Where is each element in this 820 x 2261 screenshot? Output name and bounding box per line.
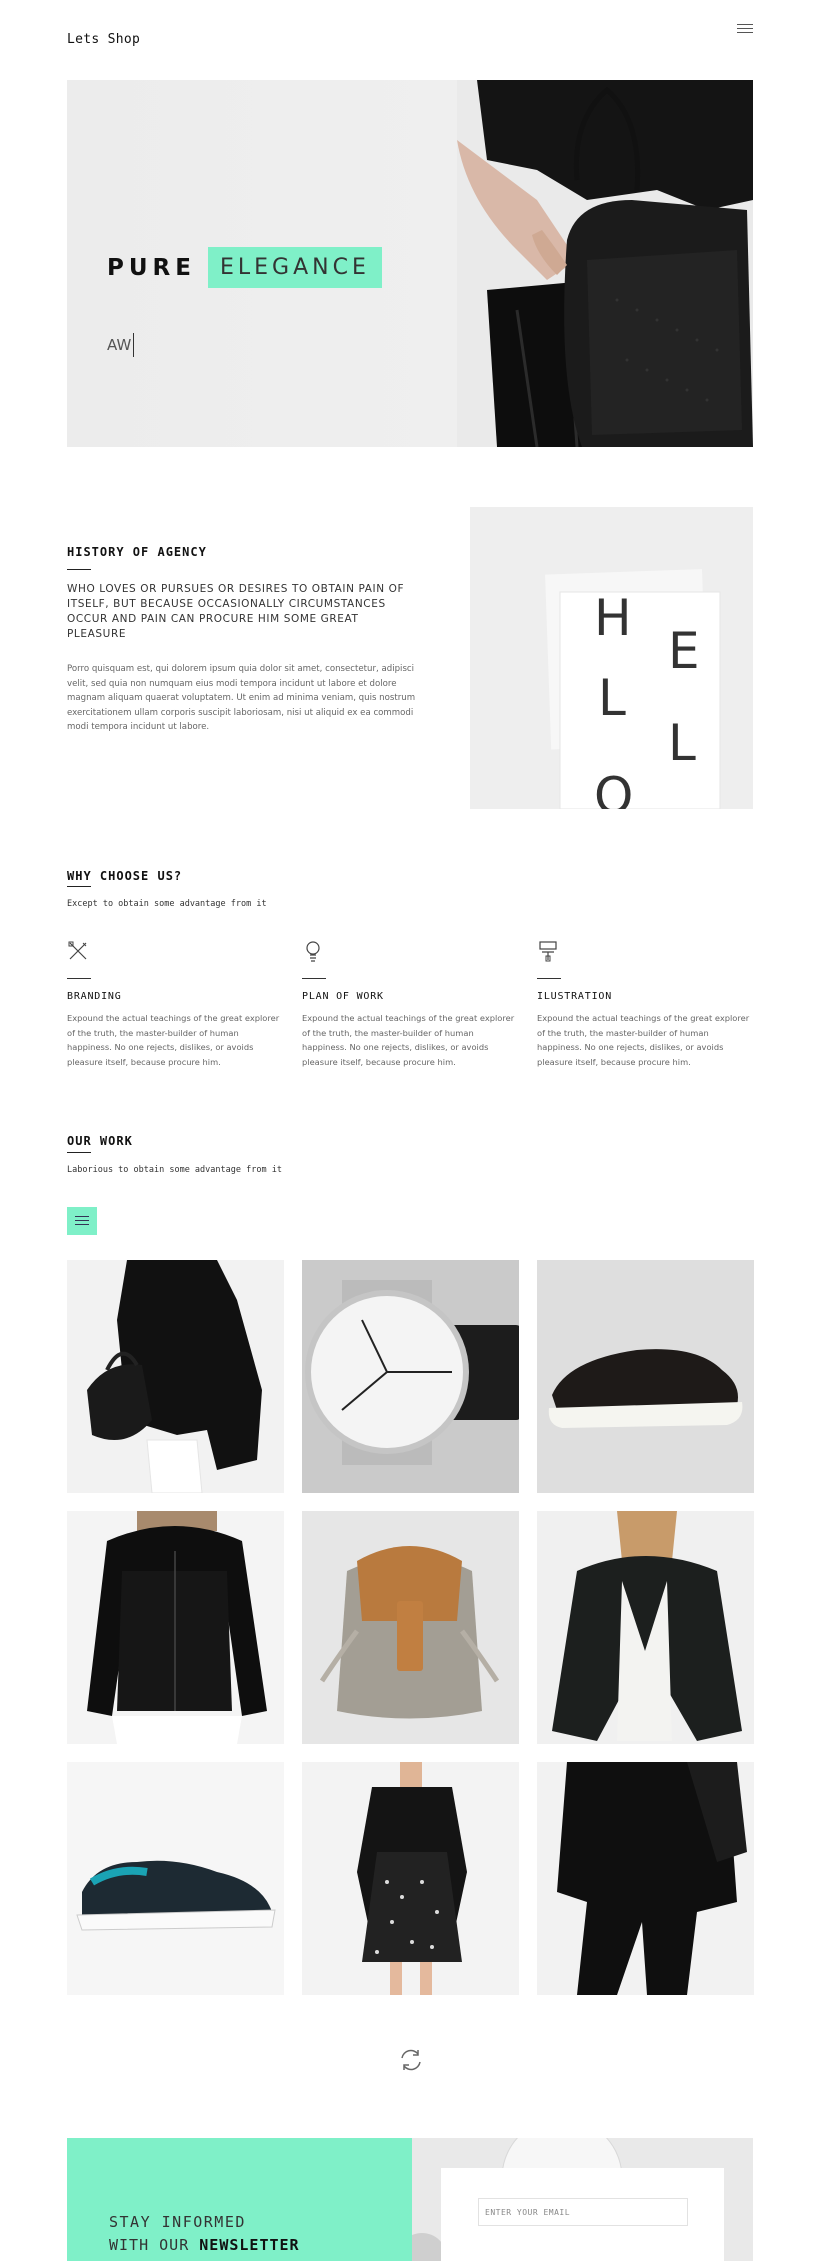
why-subtitle: Except to obtain some advantage from it [67,899,267,909]
hero-banner: PURE ELEGANCE AW [67,80,753,447]
feature-text: Expound the actual teachings of the grea… [302,1013,515,1067]
brand-logo[interactable]: Lets Shop [67,32,140,47]
newsletter-line-2: WITH OUR NEWSLETTER [109,2236,300,2254]
hero-model-image [457,80,753,447]
newsletter-line-1: STAY INFORMED [109,2213,246,2231]
feature-plan: PLAN OF WORK Expound the actual teaching… [302,940,520,1069]
hero-title: PURE ELEGANCE [107,247,382,288]
why-title: WHY CHOOSE US? [67,869,183,883]
newsletter-line-2-prefix: WITH OUR [109,2236,190,2254]
work-underline [67,1152,91,1153]
work-item-4[interactable] [67,1511,284,1744]
feature-text: Expound the actual teachings of the grea… [537,1013,750,1067]
work-item-2[interactable] [302,1260,519,1493]
typed-text: AW [107,336,132,354]
teal-sneaker-image [67,1762,284,1995]
feature-title: PLAN OF WORK [302,991,384,1002]
typing-caret [133,333,135,357]
lightbulb-icon [306,941,320,962]
canvas-backpack-image [302,1511,519,1744]
hero-title-word-1: PURE [107,254,196,281]
feature-divider [537,978,561,979]
work-title: OUR WORK [67,1134,133,1148]
hero-title-word-2: ELEGANCE [207,247,382,288]
newsletter-form [441,2168,724,2261]
why-underline [67,886,91,887]
paint-roller-icon [539,941,557,962]
work-item-5[interactable] [302,1511,519,1744]
work-subtitle: Laborious to obtain some advantage from … [67,1165,282,1175]
menu-filter-icon[interactable] [67,1207,97,1235]
hello-letter-l2: L [668,714,696,772]
hello-card-image: H E L L O [470,507,753,809]
hello-card-illustration [470,507,753,809]
leather-hooded-jacket-image [67,1511,284,1744]
history-underline [67,569,91,570]
hello-letter-l1: L [598,669,626,727]
feature-divider [67,978,91,979]
black-sweater-outfit-image [537,1762,754,1995]
email-field[interactable] [478,2198,688,2226]
pencil-ruler-icon [68,941,87,960]
feature-illustration: ILUSTRATION Expound the actual teachings… [537,940,755,1069]
black-knit-outfit-image [67,1260,284,1493]
feature-title: BRANDING [67,991,122,1002]
newsletter-form-area [412,2138,753,2261]
work-item-6[interactable] [537,1511,754,1744]
feature-title: ILUSTRATION [537,991,613,1002]
work-item-7[interactable] [67,1762,284,1995]
history-subtitle: WHO LOVES OR PURSUES OR DESIRES TO OBTAI… [67,583,405,640]
hello-letter-h: H [594,589,632,647]
work-item-3[interactable] [537,1260,754,1493]
feature-text: Expound the actual teachings of the grea… [67,1013,280,1067]
newsletter-line-2-bold: NEWSLETTER [199,2236,300,2254]
minimal-wristwatch-image [302,1260,519,1493]
feature-branding: BRANDING Expound the actual teachings of… [67,940,285,1069]
reload-icon[interactable] [398,2047,424,2073]
newsletter-banner: STAY INFORMED WITH OUR NEWSLETTER [67,2138,412,2261]
work-item-1[interactable] [67,1260,284,1493]
hello-letter-e: E [668,622,700,680]
history-body: Porro quisquam est, qui dolorem ipsum qu… [67,664,416,732]
feature-divider [302,978,326,979]
hamburger-icon[interactable] [737,24,753,34]
work-item-9[interactable] [537,1762,754,1995]
leather-blazer-image [537,1511,754,1744]
polka-dot-dress-image [302,1762,519,1995]
hero-typed-text: AW [107,333,135,357]
history-title: HISTORY OF AGENCY [67,545,207,559]
hello-letter-o: O [594,767,634,809]
black-slip-on-shoe-image [537,1260,754,1493]
work-item-8[interactable] [302,1762,519,1995]
